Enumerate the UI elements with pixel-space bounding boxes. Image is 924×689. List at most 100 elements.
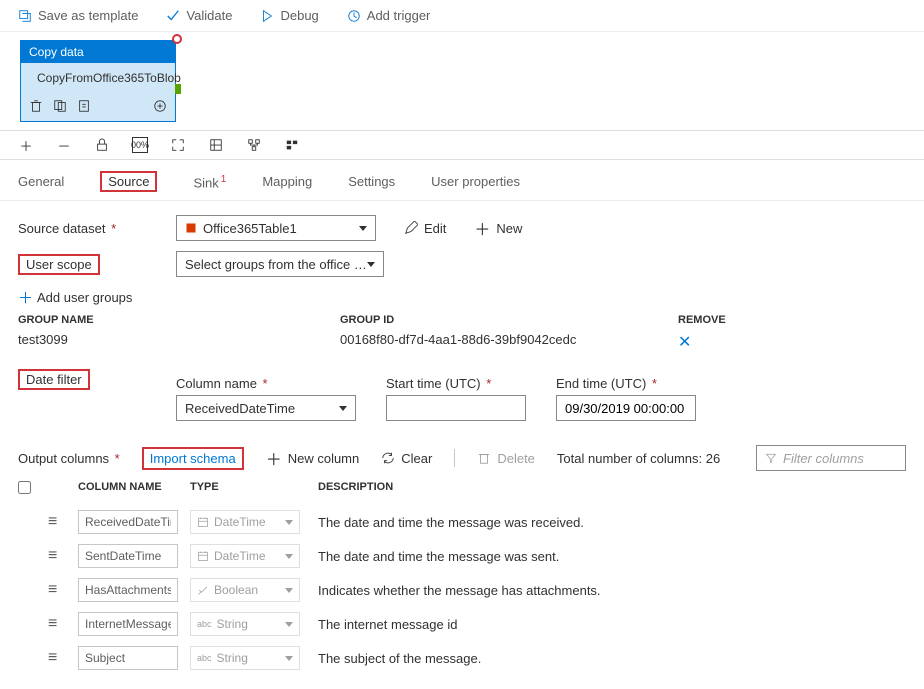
import-schema-button[interactable]: Import schema	[142, 447, 244, 470]
column-name-label: Column name *	[176, 376, 356, 391]
column-row: ≡ abcString The internet message id	[18, 607, 906, 641]
tab-mapping[interactable]: Mapping	[262, 168, 312, 200]
group-name-cell: test3099	[18, 332, 340, 352]
date-filter-label: Date filter	[18, 368, 176, 387]
debug-label: Debug	[280, 8, 318, 23]
tab-settings[interactable]: Settings	[348, 168, 395, 200]
lock-icon[interactable]	[94, 137, 110, 153]
zoom-in-icon[interactable]: ＋	[18, 137, 34, 153]
top-toolbar: Save as template Validate Debug Add trig…	[0, 0, 924, 32]
tab-general[interactable]: General	[18, 168, 64, 200]
save-template-icon	[18, 9, 32, 23]
column-name-input[interactable]	[78, 544, 178, 568]
column-name-input[interactable]	[78, 510, 178, 534]
drag-handle-icon[interactable]: ≡	[48, 649, 78, 667]
column-type-select[interactable]: DateTime	[190, 510, 300, 534]
start-time-label: Start time (UTC) *	[386, 376, 526, 391]
column-type-header: TYPE	[190, 481, 318, 497]
source-dataset-label: Source dataset *	[18, 221, 176, 236]
copy-icon[interactable]	[77, 99, 91, 113]
clear-columns-button[interactable]: Clear	[381, 451, 432, 466]
activity-card-wrapper: Copy data CopyFromOffice365ToBlob	[20, 40, 176, 122]
column-type-select[interactable]: abcString	[190, 612, 300, 636]
refresh-icon	[381, 451, 395, 465]
debug-button[interactable]: Debug	[260, 8, 318, 23]
tab-user-properties[interactable]: User properties	[431, 168, 520, 200]
delete-column-button: Delete	[477, 451, 535, 466]
chevron-down-icon	[367, 262, 375, 267]
remove-group-button[interactable]: ✕	[678, 332, 691, 352]
column-name-input[interactable]	[78, 612, 178, 636]
source-dataset-select[interactable]: Office365Table1	[176, 215, 376, 241]
edit-dataset-button[interactable]: Edit	[404, 221, 446, 236]
trigger-icon	[347, 9, 361, 23]
zoom-out-icon[interactable]: －	[56, 137, 72, 153]
column-name-input[interactable]	[78, 578, 178, 602]
select-all-checkbox[interactable]	[18, 481, 31, 494]
tab-sink[interactable]: Sink1	[193, 168, 226, 200]
drag-handle-icon[interactable]: ≡	[48, 547, 78, 565]
card-output-connector[interactable]	[175, 84, 181, 94]
column-desc-text: The subject of the message.	[318, 651, 906, 666]
card-error-indicator	[172, 34, 182, 44]
clone-icon[interactable]	[53, 99, 67, 113]
delete-icon[interactable]	[29, 99, 43, 113]
column-type-select[interactable]: DateTime	[190, 544, 300, 568]
pencil-icon	[404, 221, 418, 235]
group-name-header: GROUP NAME	[18, 314, 340, 326]
column-row: ≡ abcString The subject of the message.	[18, 641, 906, 675]
end-time-input[interactable]	[556, 395, 696, 421]
filter-columns-input[interactable]: Filter columns	[756, 445, 906, 471]
validate-button[interactable]: Validate	[166, 8, 232, 23]
fullscreen-icon[interactable]	[208, 137, 224, 153]
save-as-template-button[interactable]: Save as template	[18, 8, 138, 23]
column-type-select[interactable]: abcString	[190, 646, 300, 670]
save-template-label: Save as template	[38, 8, 138, 23]
column-name-header: COLUMN NAME	[78, 481, 190, 497]
date-column-select[interactable]: ReceivedDateTime	[176, 395, 356, 421]
group-row: test3099 00168f80-df7d-4aa1-88d6-39bf904…	[18, 326, 906, 358]
chevron-down-icon	[339, 406, 347, 411]
add-user-groups-button[interactable]: ＋ Add user groups	[18, 287, 906, 308]
chevron-down-icon	[359, 226, 367, 231]
total-columns-text: Total number of columns: 26	[557, 451, 720, 466]
separator	[454, 449, 455, 467]
expand-icon[interactable]	[153, 99, 167, 113]
user-scope-select[interactable]: Select groups from the office 365 ten...	[176, 251, 384, 277]
layout-icon[interactable]	[246, 137, 262, 153]
column-desc-text: Indicates whether the message has attach…	[318, 583, 906, 598]
user-scope-label: User scope	[18, 257, 176, 272]
new-dataset-button[interactable]: ＋ New	[474, 216, 522, 240]
group-id-cell: 00168f80-df7d-4aa1-88d6-39bf9042cedc	[340, 332, 678, 352]
end-time-label: End time (UTC) *	[556, 376, 696, 391]
new-column-button[interactable]: ＋New column	[266, 446, 360, 470]
drag-handle-icon[interactable]: ≡	[48, 615, 78, 633]
check-icon	[166, 9, 180, 23]
drag-handle-icon[interactable]: ≡	[48, 513, 78, 531]
zoom-100-icon[interactable]: 00%	[132, 137, 148, 153]
column-desc-text: The date and time the message was receiv…	[318, 515, 906, 530]
copy-data-activity-card[interactable]: Copy data CopyFromOffice365ToBlob	[20, 40, 176, 122]
trash-icon	[477, 451, 491, 465]
column-desc-header: DESCRIPTION	[318, 481, 906, 497]
start-time-input[interactable]	[386, 395, 526, 421]
snap-icon[interactable]	[284, 137, 300, 153]
chevron-down-icon	[285, 656, 293, 661]
columns-table-header: COLUMN NAME TYPE DESCRIPTION	[18, 471, 906, 505]
column-desc-text: The date and time the message was sent.	[318, 549, 906, 564]
card-header: Copy data	[21, 41, 175, 63]
chevron-down-icon	[285, 622, 293, 627]
play-icon	[260, 9, 274, 23]
column-type-select[interactable]: Boolean	[190, 578, 300, 602]
drag-handle-icon[interactable]: ≡	[48, 581, 78, 599]
group-remove-header: REMOVE	[678, 314, 726, 326]
fit-icon[interactable]	[170, 137, 186, 153]
group-id-header: GROUP ID	[340, 314, 678, 326]
column-name-input[interactable]	[78, 646, 178, 670]
source-form: Source dataset * Office365Table1 Edit ＋ …	[0, 201, 924, 689]
tab-source[interactable]: Source	[100, 168, 157, 200]
add-trigger-button[interactable]: Add trigger	[347, 8, 431, 23]
chevron-down-icon	[285, 520, 293, 525]
office-icon	[185, 222, 197, 234]
chevron-down-icon	[285, 588, 293, 593]
